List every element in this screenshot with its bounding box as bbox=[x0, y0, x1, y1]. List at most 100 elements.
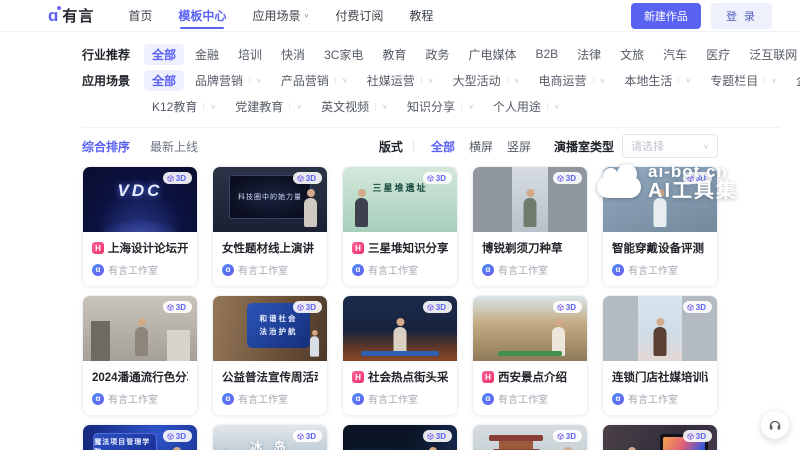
cube-icon bbox=[297, 304, 304, 311]
caption-banner bbox=[498, 351, 562, 356]
filter-option[interactable]: 泛互联网 bbox=[741, 44, 800, 65]
filter-option-dropdown[interactable]: 电商运营∨ bbox=[531, 70, 614, 91]
template-card[interactable]: 3D 智能穿戴设备评测 ɑ有言工作室 bbox=[602, 166, 718, 287]
badge-3d: 3D bbox=[683, 301, 712, 313]
template-title: 连锁门店社媒培训课 bbox=[612, 369, 708, 385]
sort-newest[interactable]: 最新上线 bbox=[150, 138, 198, 155]
template-card[interactable]: 3D VDC H上海设计论坛开场主持 ɑ有言工作室 bbox=[82, 166, 198, 287]
filter-option[interactable]: 培训 bbox=[230, 44, 270, 65]
template-thumbnail[interactable]: 3D VDC bbox=[83, 167, 197, 232]
nav-home[interactable]: 首页 bbox=[128, 1, 152, 30]
template-card[interactable]: 3D 和谐社会 法治护航 公益普法宣传周活动预告 ɑ有言工作室 bbox=[212, 295, 328, 416]
template-title: H上海设计论坛开场主持 bbox=[92, 240, 188, 256]
filter-option[interactable]: 医疗 bbox=[698, 44, 738, 65]
filter-option[interactable]: 汽车 bbox=[655, 44, 695, 65]
filter-option-dropdown[interactable]: 产品营销∨ bbox=[273, 70, 356, 91]
nav-template-center[interactable]: 模板中心 bbox=[178, 1, 226, 30]
filter-option-dropdown[interactable]: 品牌营销∨ bbox=[187, 70, 270, 91]
author-avatar: ɑ bbox=[482, 393, 494, 405]
filter-option-all[interactable]: 全部 bbox=[144, 44, 184, 65]
filter-option[interactable]: 教育 bbox=[374, 44, 414, 65]
filter-option-dropdown[interactable]: 社媒运营∨ bbox=[359, 70, 442, 91]
template-card[interactable]: 3D 2024潘通流行色分享 ɑ有言工作室 bbox=[82, 295, 198, 416]
template-thumbnail[interactable]: 3D bbox=[473, 296, 587, 361]
layout-option-all[interactable]: 全部 bbox=[424, 136, 462, 157]
filter-option[interactable]: 广电媒体 bbox=[460, 44, 524, 65]
filter-option-dropdown[interactable]: 大型活动∨ bbox=[445, 70, 528, 91]
filter-option-dropdown[interactable]: K12教育∨ bbox=[144, 96, 224, 117]
template-thumbnail[interactable]: 3D bbox=[473, 425, 587, 450]
filter-option-dropdown[interactable]: 个人用途∨ bbox=[485, 96, 568, 117]
layout-option-portrait[interactable]: 竖屏 bbox=[500, 136, 538, 157]
template-thumbnail[interactable]: 3D 冰 岛 ICELAND bbox=[213, 425, 327, 450]
filter-option[interactable]: 政务 bbox=[417, 44, 457, 65]
filter-option-all[interactable]: 全部 bbox=[144, 70, 184, 91]
filter-option[interactable]: B2B bbox=[527, 45, 566, 63]
template-thumbnail[interactable]: 3D bbox=[603, 296, 717, 361]
template-thumbnail[interactable]: 3D 基础矫正 bbox=[343, 425, 457, 450]
card-info: 智能穿戴设备评测 ɑ有言工作室 bbox=[603, 232, 717, 286]
template-author: ɑ有言工作室 bbox=[352, 391, 448, 406]
app-logo[interactable]: ɑ 有言 bbox=[48, 5, 94, 26]
filter-option[interactable]: 3C家电 bbox=[316, 44, 371, 65]
nav-scenarios[interactable]: 应用场景∨ bbox=[252, 1, 309, 30]
author-avatar: ɑ bbox=[222, 393, 234, 405]
cube-icon bbox=[297, 175, 304, 182]
template-thumbnail[interactable]: 3D bbox=[343, 296, 457, 361]
template-card[interactable]: 3D 基础矫正 bbox=[342, 424, 458, 450]
template-thumbnail[interactable]: 3D 科技圈中的她力量 bbox=[213, 167, 327, 232]
badge-3d: 3D bbox=[163, 172, 192, 184]
logo-text: 有言 bbox=[62, 5, 94, 26]
template-thumbnail[interactable]: 3D 三星堆遗址 bbox=[343, 167, 457, 232]
template-card[interactable]: 3D 博锐剃须刀种草 ɑ有言工作室 bbox=[472, 166, 588, 287]
studio-type-select[interactable]: 请选择 ∨ bbox=[622, 134, 718, 158]
header-actions: 新建作品 登 录 bbox=[631, 3, 772, 29]
template-thumbnail[interactable]: 3D bbox=[603, 425, 717, 450]
filter-option[interactable]: 金融 bbox=[187, 44, 227, 65]
template-card[interactable]: 3D H社会热点街头采访连线 ɑ有言工作室 bbox=[342, 295, 458, 416]
template-author: ɑ有言工作室 bbox=[482, 262, 578, 277]
nav-subscription[interactable]: 付费订阅 bbox=[335, 1, 383, 30]
chevron-down-icon: ∨ bbox=[421, 76, 434, 83]
template-card[interactable]: 3D 魔法项目管理学院 招生通知 bbox=[82, 424, 198, 450]
nav-tutorial[interactable]: 教程 bbox=[409, 1, 433, 30]
hot-icon: H bbox=[482, 371, 494, 383]
chevron-down-icon: ∨ bbox=[678, 76, 691, 83]
sort-comprehensive[interactable]: 综合排序 bbox=[82, 138, 130, 155]
template-card[interactable]: 3D 三星堆遗址 H三星堆知识分享 ɑ有言工作室 bbox=[342, 166, 458, 287]
filter-option-dropdown[interactable]: 本地生活∨ bbox=[616, 70, 699, 91]
login-button[interactable]: 登 录 bbox=[711, 3, 772, 29]
layout-option-landscape[interactable]: 横屏 bbox=[462, 136, 500, 157]
sort-bar-right: 版式 全部 横屏 竖屏 演播室类型 请选择 ∨ bbox=[379, 134, 718, 158]
filter-option[interactable]: 法律 bbox=[569, 44, 609, 65]
template-thumbnail[interactable]: 3D bbox=[83, 296, 197, 361]
chevron-down-icon: ∨ bbox=[249, 76, 262, 83]
author-avatar: ɑ bbox=[92, 264, 104, 276]
filter-option-dropdown[interactable]: 知识分享∨ bbox=[399, 96, 482, 117]
filter-panel: 行业推荐 全部 金融 培训 快消 3C家电 教育 政务 广电媒体 B2B 法律 … bbox=[0, 32, 800, 128]
template-card[interactable]: 3D H西安景点介绍 ɑ有言工作室 bbox=[472, 295, 588, 416]
customer-service-button[interactable] bbox=[761, 411, 789, 439]
card-info: H西安景点介绍 ɑ有言工作室 bbox=[473, 361, 587, 415]
template-card[interactable]: 3D bbox=[472, 424, 588, 450]
filter-option[interactable]: 快消 bbox=[273, 44, 313, 65]
cube-icon bbox=[167, 433, 174, 440]
template-card[interactable]: 3D bbox=[602, 424, 718, 450]
filter-option-dropdown[interactable]: 英文视频∨ bbox=[313, 96, 396, 117]
cube-icon bbox=[427, 304, 434, 311]
cube-icon bbox=[687, 304, 694, 311]
template-thumbnail[interactable]: 3D 魔法项目管理学院 招生通知 bbox=[83, 425, 197, 450]
filter-option[interactable]: 文旅 bbox=[612, 44, 652, 65]
template-thumbnail[interactable]: 3D bbox=[603, 167, 717, 232]
new-work-button[interactable]: 新建作品 bbox=[631, 3, 701, 29]
badge-3d: 3D bbox=[683, 172, 712, 184]
template-card[interactable]: 3D 连锁门店社媒培训课 ɑ有言工作室 bbox=[602, 295, 718, 416]
template-thumbnail[interactable]: 3D 和谐社会 法治护航 bbox=[213, 296, 327, 361]
template-card[interactable]: 3D 冰 岛 ICELAND bbox=[212, 424, 328, 450]
template-card[interactable]: 3D 科技圈中的她力量 女性题材线上演讲 ɑ有言工作室 bbox=[212, 166, 328, 287]
filter-option-dropdown[interactable]: 企业内训∨ bbox=[788, 70, 800, 91]
filter-option-dropdown[interactable]: 党建教育∨ bbox=[227, 96, 310, 117]
chevron-down-icon: ∨ bbox=[547, 102, 560, 109]
filter-option-dropdown[interactable]: 专题栏目∨ bbox=[702, 70, 785, 91]
template-thumbnail[interactable]: 3D bbox=[473, 167, 587, 232]
